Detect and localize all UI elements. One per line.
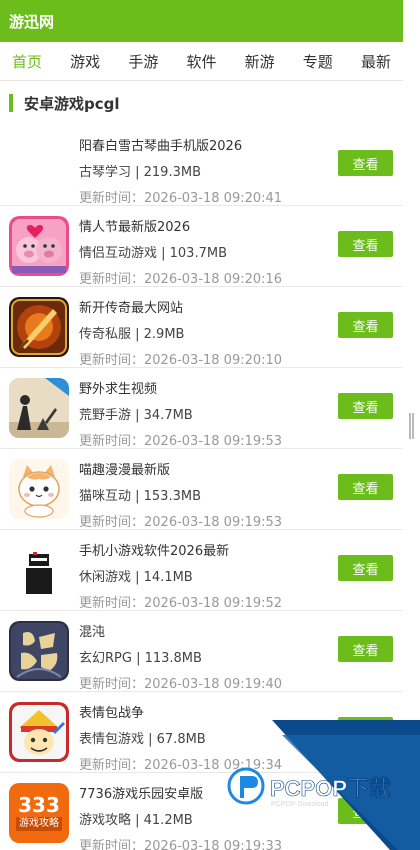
app-meta: 古琴学习 | 219.3MB [79, 165, 201, 180]
app-name[interactable]: 混沌 [79, 621, 105, 640]
app-update-time: 更新时间：2026-03-18 09:20:10 [79, 353, 283, 368]
app-name[interactable]: 喵趣漫漫最新版 [79, 459, 170, 478]
app-name[interactable]: 阳春白雪古琴曲手机版2026 [79, 135, 242, 154]
survival-icon[interactable] [9, 378, 69, 438]
list-item[interactable]: 333 游戏攻略 7736游戏乐园安卓版 游戏攻略 | 41.2MB 更新时间：… [0, 773, 403, 850]
app-update-time: 更新时间：2026-03-18 09:20:16 [79, 272, 283, 287]
view-button[interactable]: 查看 [338, 312, 393, 338]
view-button[interactable]: 查看 [338, 798, 393, 824]
view-button[interactable]: 查看 [338, 393, 393, 419]
site-title[interactable]: 游迅网 [9, 11, 54, 32]
list-item[interactable]: 混沌 玄幻RPG | 113.8MB 更新时间：2026-03-18 09:19… [0, 611, 403, 692]
list-item[interactable]: 野外求生视频 荒野手游 | 34.7MB 更新时间：2026-03-18 09:… [0, 368, 403, 449]
nav-item-mobile-games[interactable]: 手游 [128, 51, 158, 72]
list-item[interactable]: 阳春白雪古琴曲手机版2026 古琴学习 | 219.3MB 更新时间：2026-… [0, 125, 403, 206]
app-meta: 情侣互动游戏 | 103.7MB [79, 246, 227, 261]
chaos-calligraphy-icon[interactable] [9, 621, 69, 681]
app-meta: 表情包游戏 | 67.8MB [79, 732, 206, 747]
list-item[interactable]: 喵趣漫漫最新版 猫咪互动 | 153.3MB 更新时间：2026-03-18 0… [0, 449, 403, 530]
view-button[interactable]: 查看 [338, 555, 393, 581]
nav-item-games[interactable]: 游戏 [70, 51, 100, 72]
app-name[interactable]: 新开传奇最大网站 [79, 297, 183, 316]
meme-war-icon[interactable] [9, 702, 69, 762]
top-bar: 游迅网 [0, 0, 403, 42]
pig-couple-icon[interactable] [9, 216, 69, 276]
pixel-ninja-icon[interactable] [9, 540, 69, 600]
nav-item-new-games[interactable]: 新游 [245, 51, 275, 72]
view-button[interactable]: 查看 [338, 231, 393, 257]
app-name[interactable]: 野外求生视频 [79, 378, 157, 397]
legend-sword-icon[interactable] [9, 297, 69, 357]
section-accent-bar [9, 94, 13, 112]
app-meta: 荒野手游 | 34.7MB [79, 408, 193, 423]
app-meta: 玄幻RPG | 113.8MB [79, 651, 202, 666]
app-meta: 传奇私服 | 2.9MB [79, 327, 185, 342]
app-icon-empty [9, 135, 69, 195]
cat-icon[interactable] [9, 459, 69, 519]
view-button[interactable]: 查看 [338, 636, 393, 662]
nav-item-topics[interactable]: 专题 [303, 51, 333, 72]
app-page: 游迅网 首页 游戏 手游 软件 新游 专题 最新 安卓游戏pcgl 阳春白雪古琴… [0, 0, 403, 850]
app-meta: 猫咪互动 | 153.3MB [79, 489, 201, 504]
icon-333-text: 333 [18, 793, 60, 817]
app-update-time: 更新时间：2026-03-18 09:19:40 [79, 677, 283, 692]
view-button[interactable]: 查看 [338, 717, 393, 743]
section-header: 安卓游戏pcgl [0, 81, 403, 125]
app-update-time: 更新时间：2026-03-18 09:19:52 [79, 596, 283, 611]
game-333-icon[interactable]: 333 游戏攻略 [9, 783, 69, 843]
app-update-time: 更新时间：2026-03-18 09:19:53 [79, 515, 283, 530]
app-list: 阳春白雪古琴曲手机版2026 古琴学习 | 219.3MB 更新时间：2026-… [0, 125, 403, 850]
list-item[interactable]: 手机小游戏软件2026最新 休闲游戏 | 14.1MB 更新时间：2026-03… [0, 530, 403, 611]
app-update-time: 更新时间：2026-03-18 09:20:41 [79, 191, 283, 206]
app-meta: 休闲游戏 | 14.1MB [79, 570, 193, 585]
list-item[interactable]: 情人节最新版2026 情侣互动游戏 | 103.7MB 更新时间：2026-03… [0, 206, 403, 287]
app-name[interactable]: 情人节最新版2026 [79, 216, 190, 235]
nav-bar: 首页 游戏 手游 软件 新游 专题 最新 [0, 42, 403, 81]
nav-item-software[interactable]: 软件 [186, 51, 216, 72]
icon-333-subtext: 游戏攻略 [16, 817, 62, 831]
section-title: 安卓游戏pcgl [24, 94, 120, 113]
app-update-time: 更新时间：2026-03-18 09:19:34 [79, 758, 283, 773]
nav-item-home[interactable]: 首页 [12, 51, 42, 72]
view-button[interactable]: 查看 [338, 150, 393, 176]
scroll-handle[interactable] [409, 413, 414, 439]
view-button[interactable]: 查看 [338, 474, 393, 500]
app-update-time: 更新时间：2026-03-18 09:19:33 [79, 839, 283, 850]
app-meta: 游戏攻略 | 41.2MB [79, 813, 193, 828]
app-name[interactable]: 表情包战争 [79, 702, 144, 721]
nav-item-latest[interactable]: 最新 [361, 51, 391, 72]
list-item[interactable]: 新开传奇最大网站 传奇私服 | 2.9MB 更新时间：2026-03-18 09… [0, 287, 403, 368]
app-update-time: 更新时间：2026-03-18 09:19:53 [79, 434, 283, 449]
app-name[interactable]: 手机小游戏软件2026最新 [79, 540, 229, 559]
app-name[interactable]: 7736游戏乐园安卓版 [79, 783, 203, 802]
list-item[interactable]: 表情包战争 表情包游戏 | 67.8MB 更新时间：2026-03-18 09:… [0, 692, 403, 773]
